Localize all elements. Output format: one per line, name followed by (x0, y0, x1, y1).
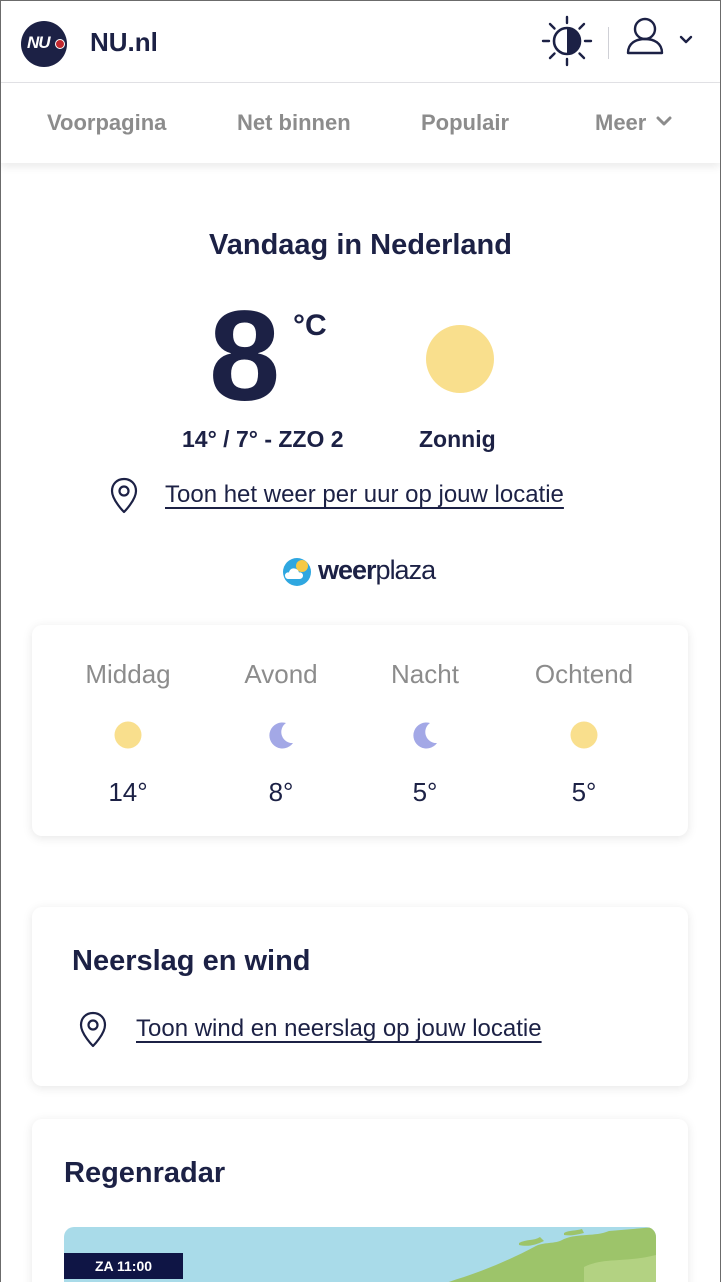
chevron-down-icon (679, 35, 693, 44)
radar-time-badge: ZA 11:00 (64, 1253, 183, 1279)
rain-radar-card: Regenradar ZA 11:00 (32, 1119, 688, 1282)
precipitation-title: Neerslag en wind (72, 945, 311, 977)
radar-map[interactable]: ZA 11:00 (64, 1227, 656, 1282)
period-middag: Middag 14° (48, 625, 208, 836)
site-name[interactable]: NU.nl (90, 27, 158, 58)
main-nav: Voorpagina Net binnen Populair Meer (1, 83, 720, 163)
precipitation-wind-card: Neerslag en wind Toon wind en neerslag o… (32, 907, 688, 1086)
period-avond: Avond 8° (201, 625, 361, 836)
chevron-down-icon (656, 116, 672, 126)
wind-location-link[interactable]: Toon wind en neerslag op jouw locatie (136, 1015, 542, 1043)
period-ochtend: Ochtend 5° (504, 625, 664, 836)
nav-item-voorpagina[interactable]: Voorpagina (47, 110, 166, 136)
weerplaza-icon (283, 558, 311, 586)
hourly-location-link[interactable]: Toon het weer per uur op jouw locatie (165, 481, 564, 509)
period-name: Nacht (391, 659, 459, 689)
header-divider (608, 27, 609, 59)
min-max-wind: 14° / 7° - ZZO 2 (182, 426, 344, 452)
weather-condition: Zonnig (419, 426, 496, 452)
period-name: Middag (85, 659, 171, 689)
app-frame: NU NU.nl Voorpagina Net binnen Populair … (0, 0, 721, 1282)
sun-icon (426, 325, 494, 393)
nav-item-net-binnen[interactable]: Net binnen (237, 110, 351, 136)
current-temperature: 8 (209, 285, 281, 428)
period-name: Ochtend (534, 659, 634, 689)
nav-item-populair[interactable]: Populair (421, 110, 509, 136)
period-temp: 5° (571, 777, 597, 807)
sun-icon (570, 721, 598, 749)
nu-logo[interactable]: NU (21, 21, 67, 67)
logo-text: NU (27, 33, 51, 52)
period-temp: 5° (412, 777, 438, 807)
top-header: NU NU.nl (1, 1, 720, 83)
day-periods-card: Middag 14° Avond 8° Nacht 5° Ochtend 5° (32, 625, 688, 836)
moon-icon (269, 722, 293, 749)
weerplaza-wordmark: weerplaza (318, 555, 436, 585)
period-nacht: Nacht 5° (345, 625, 505, 836)
period-temp: 8° (268, 777, 294, 807)
logo-dot (55, 39, 65, 49)
period-name: Avond (244, 659, 318, 689)
temperature-unit: °C (293, 309, 327, 342)
sun-icon (114, 721, 142, 749)
moon-icon (413, 722, 437, 749)
user-icon (626, 17, 664, 55)
radar-title: Regenradar (64, 1157, 226, 1189)
account-button[interactable] (625, 17, 700, 63)
location-pin-icon (110, 477, 138, 514)
contrast-sun-icon[interactable] (541, 15, 593, 67)
nav-item-meer-label: Meer (595, 110, 647, 135)
location-pin-icon (79, 1011, 107, 1048)
nav-item-meer[interactable]: Meer (595, 110, 672, 136)
period-temp: 14° (108, 777, 148, 807)
today-title: Vandaag in Nederland (209, 229, 512, 261)
